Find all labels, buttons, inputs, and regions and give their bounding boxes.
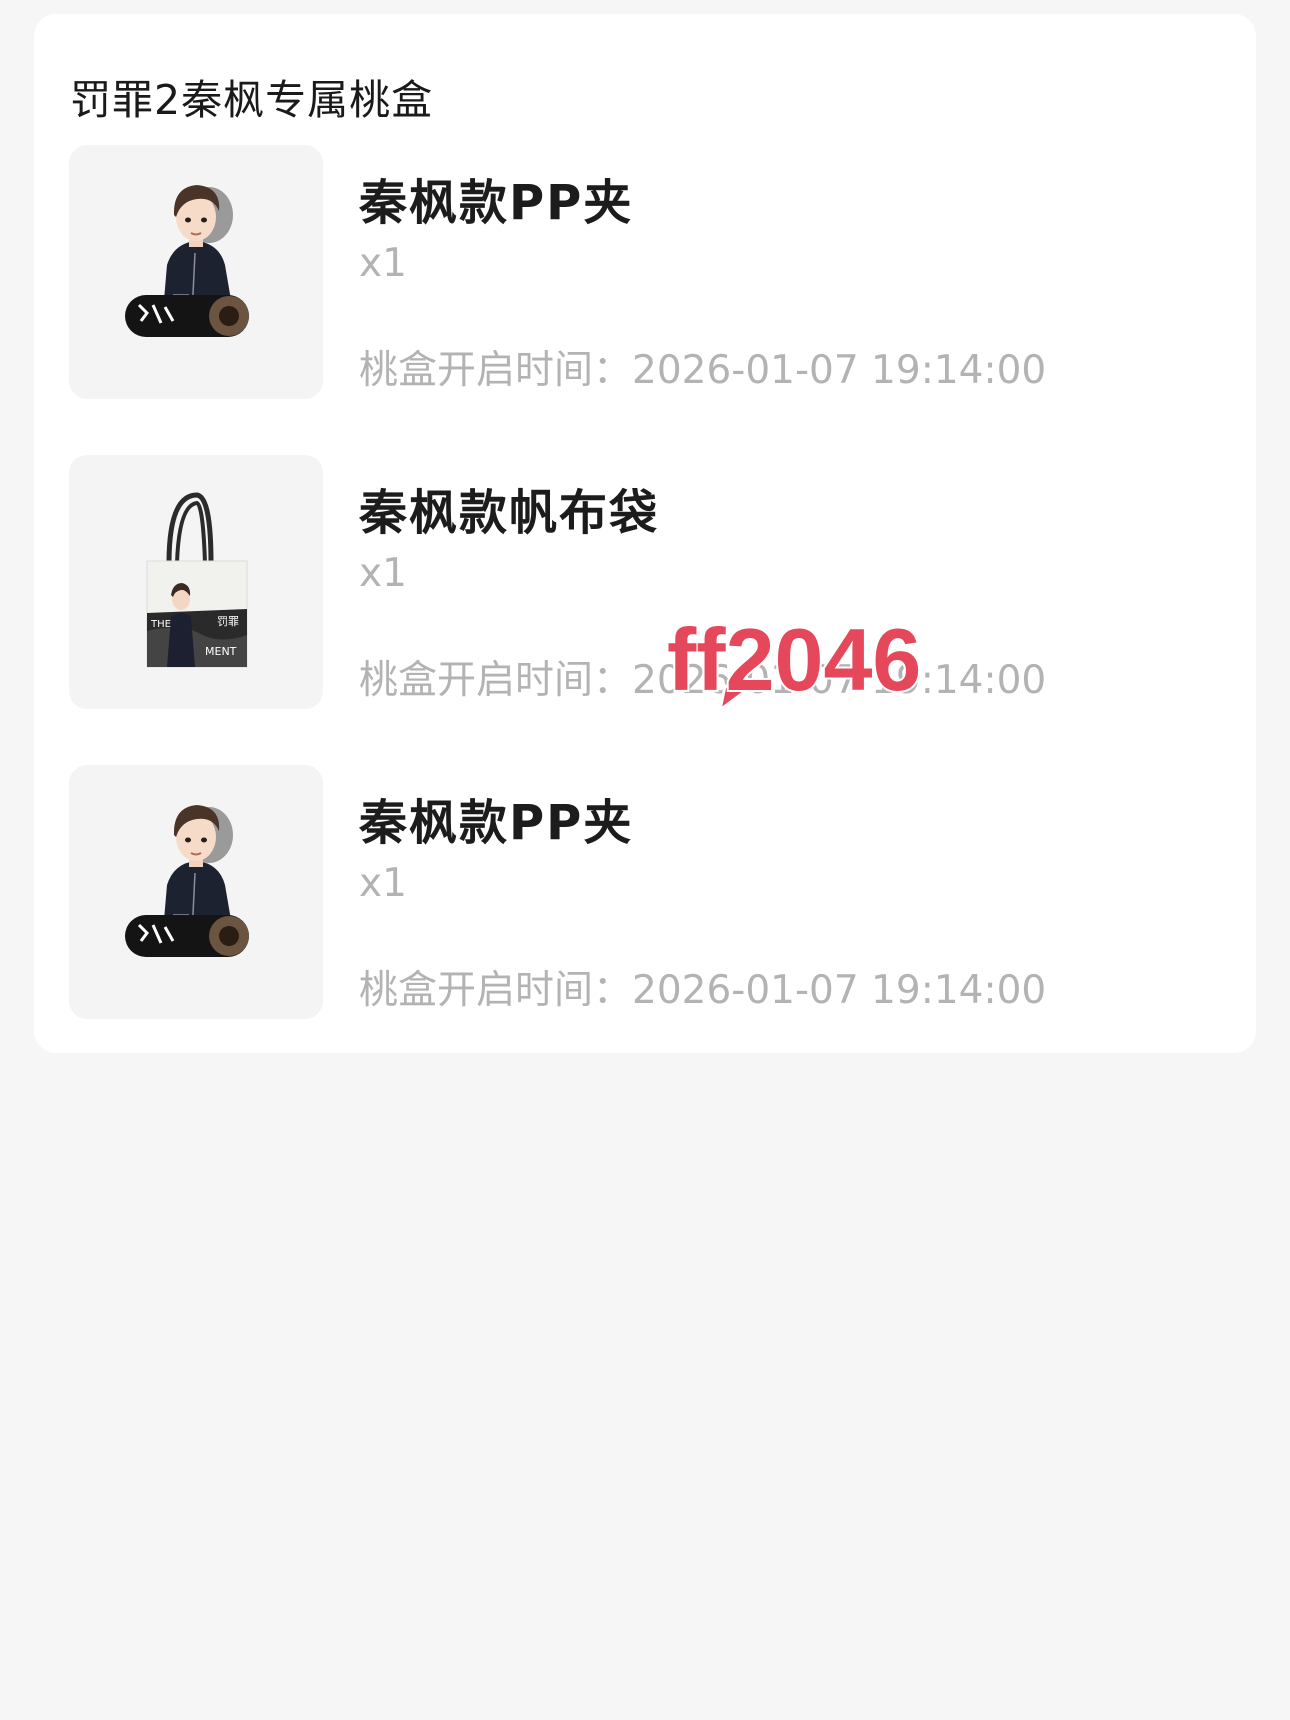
svg-text:罚罪: 罚罪 [217, 615, 239, 628]
svg-text:THE: THE [150, 619, 171, 630]
tote-bag-image[interactable]: THE MENT 罚罪 [69, 455, 323, 709]
item-quantity: x1 [359, 551, 407, 596]
item-name: 秦枫款帆布袋 [359, 485, 660, 541]
watermark-text: ff2046 [667, 610, 921, 709]
open-time-value: 2026-01-07 19:14:00 [632, 348, 1047, 393]
character-clip-image[interactable] [69, 145, 323, 399]
item-quantity: x1 [359, 241, 407, 286]
item-name: 秦枫款PP夹 [359, 795, 634, 851]
open-time-label: 桃盒开启时间： [359, 348, 633, 393]
item-name: 秦枫款PP夹 [359, 175, 634, 231]
item-open-time: 桃盒开启时间：2026-01-07 19:14:00 [359, 959, 1046, 1015]
item-open-time: 桃盒开启时间：2026-01-07 19:14:00 [359, 339, 1046, 395]
character-clip-image[interactable] [69, 765, 323, 1019]
open-time-value: 2026-01-07 19:14:00 [632, 968, 1047, 1013]
list-item[interactable]: 秦枫款PP夹 x1 桃盒开启时间：2026-01-07 19:14:00 [69, 145, 1219, 401]
list-item[interactable]: THE MENT 罚罪 秦枫款帆布袋 x1 桃盒开启时间：2026-01-07 … [69, 455, 1219, 711]
watermark: ff2046 [665, 606, 965, 716]
open-time-label: 桃盒开启时间： [359, 658, 633, 703]
open-time-label: 桃盒开启时间： [359, 968, 633, 1013]
list-item[interactable]: 秦枫款PP夹 x1 桃盒开启时间：2026-01-07 19:14:00 [69, 765, 1219, 1021]
gift-box-card: 罚罪2秦枫专属桃盒 秦枫款PP夹 x1 桃盒开启时间：2026-01-07 19… [34, 14, 1256, 1053]
svg-text:MENT: MENT [205, 645, 237, 658]
card-title: 罚罪2秦枫专属桃盒 [70, 76, 434, 124]
item-quantity: x1 [359, 861, 407, 906]
